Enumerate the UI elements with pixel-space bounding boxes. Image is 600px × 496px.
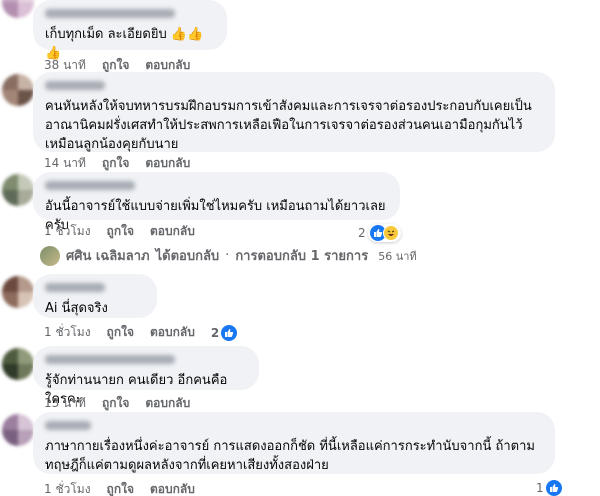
comment-bubble: รู้จักท่านนายก คนเดียว อีกคนคือใครคะ bbox=[33, 346, 259, 407]
timestamp[interactable]: 14 นาที bbox=[44, 154, 86, 173]
timestamp[interactable]: 1 ชั่วโมง bbox=[44, 222, 91, 241]
author-name[interactable] bbox=[45, 283, 105, 292]
avatar[interactable] bbox=[2, 414, 34, 446]
author-name[interactable] bbox=[45, 181, 135, 190]
comment-text: Ai นี่สุดจริง bbox=[45, 301, 108, 316]
reaction-count: 1 bbox=[536, 481, 544, 495]
comment-actions: 1 ชั่วโมง ถูกใจ ตอบกลับ bbox=[44, 222, 195, 241]
comment-bubble: ภาษากายเรื่องหนึ่งค่ะอาจารย์ การแสดงออกก… bbox=[33, 412, 555, 474]
avatar[interactable] bbox=[2, 348, 34, 380]
comment-actions: 13 นาที ถูกใจ ตอบกลับ bbox=[44, 394, 190, 413]
reaction-summary[interactable]: 1 bbox=[536, 480, 562, 496]
reply-action: ได้ตอบกลับ bbox=[155, 249, 220, 264]
reply-count: การตอบกลับ 1 รายการ bbox=[235, 249, 369, 264]
like-button[interactable]: ถูกใจ bbox=[102, 154, 129, 173]
reply-time: 56 นาที bbox=[378, 249, 417, 263]
replier-name: ศศิน เฉลิมลาภ bbox=[66, 249, 150, 264]
reaction-icons bbox=[367, 224, 401, 242]
comment-actions: 14 นาที ถูกใจ ตอบกลับ bbox=[44, 154, 190, 173]
reaction-summary[interactable]: 2 bbox=[210, 324, 238, 341]
author-name[interactable] bbox=[45, 9, 175, 18]
reaction-count: 2 bbox=[210, 325, 220, 340]
thumbs-up-icon bbox=[221, 324, 238, 341]
comment-bubble: อันนี้อาจารย์ใช้แบบจ่ายเพิ่มใช่ไหมครับ เ… bbox=[33, 172, 400, 233]
timestamp[interactable]: 1 ชั่วโมง bbox=[44, 480, 91, 496]
reply-button[interactable]: ตอบกลับ bbox=[150, 222, 195, 241]
like-button[interactable]: ถูกใจ bbox=[107, 222, 134, 241]
comment-bubble: เก็บทุกเม็ด ละเอียดยิบ 👍👍👍 bbox=[33, 0, 227, 61]
comment-actions: 1 ชั่วโมง ถูกใจ ตอบกลับ bbox=[44, 480, 195, 496]
comment-actions: 1 ชั่วโมง ถูกใจ ตอบกลับ 2 bbox=[44, 323, 238, 342]
like-button[interactable]: ถูกใจ bbox=[102, 394, 129, 413]
avatar[interactable] bbox=[2, 74, 34, 106]
thumbs-up-icon bbox=[545, 480, 562, 496]
reaction-summary[interactable]: 2 bbox=[358, 224, 401, 242]
like-button[interactable]: ถูกใจ bbox=[107, 323, 134, 342]
author-name[interactable] bbox=[45, 421, 91, 430]
comment-text: ภาษากายเรื่องหนึ่งค่ะอาจารย์ การแสดงออกก… bbox=[45, 439, 535, 473]
laughing-face-icon bbox=[382, 225, 399, 241]
reply-button[interactable]: ตอบกลับ bbox=[150, 323, 195, 342]
avatar[interactable] bbox=[2, 276, 34, 308]
author-name[interactable] bbox=[45, 81, 105, 90]
timestamp[interactable]: 13 นาที bbox=[44, 394, 86, 413]
avatar[interactable] bbox=[2, 174, 34, 206]
separator-dot: · bbox=[225, 248, 230, 263]
comment-bubble: คนหันหลังให้จบทหารบรมฝึกอบรมการเข้าสังคม… bbox=[33, 72, 555, 152]
avatar[interactable] bbox=[2, 0, 34, 18]
reply-button[interactable]: ตอบกลับ bbox=[150, 480, 195, 496]
comment-text: คนหันหลังให้จบทหารบรมฝึกอบรมการเข้าสังคม… bbox=[45, 99, 532, 152]
like-button[interactable]: ถูกใจ bbox=[107, 480, 134, 496]
comment-bubble: Ai นี่สุดจริง bbox=[33, 274, 157, 318]
author-name[interactable] bbox=[45, 355, 175, 364]
reaction-count: 2 bbox=[358, 226, 366, 240]
timestamp[interactable]: 1 ชั่วโมง bbox=[44, 323, 91, 342]
reply-button[interactable]: ตอบกลับ bbox=[145, 154, 190, 173]
reply-button[interactable]: ตอบกลับ bbox=[145, 394, 190, 413]
view-replies-link[interactable]: ศศิน เฉลิมลาภ ได้ตอบกลับ · การตอบกลับ 1 … bbox=[40, 245, 417, 266]
replier-avatar bbox=[40, 245, 60, 266]
